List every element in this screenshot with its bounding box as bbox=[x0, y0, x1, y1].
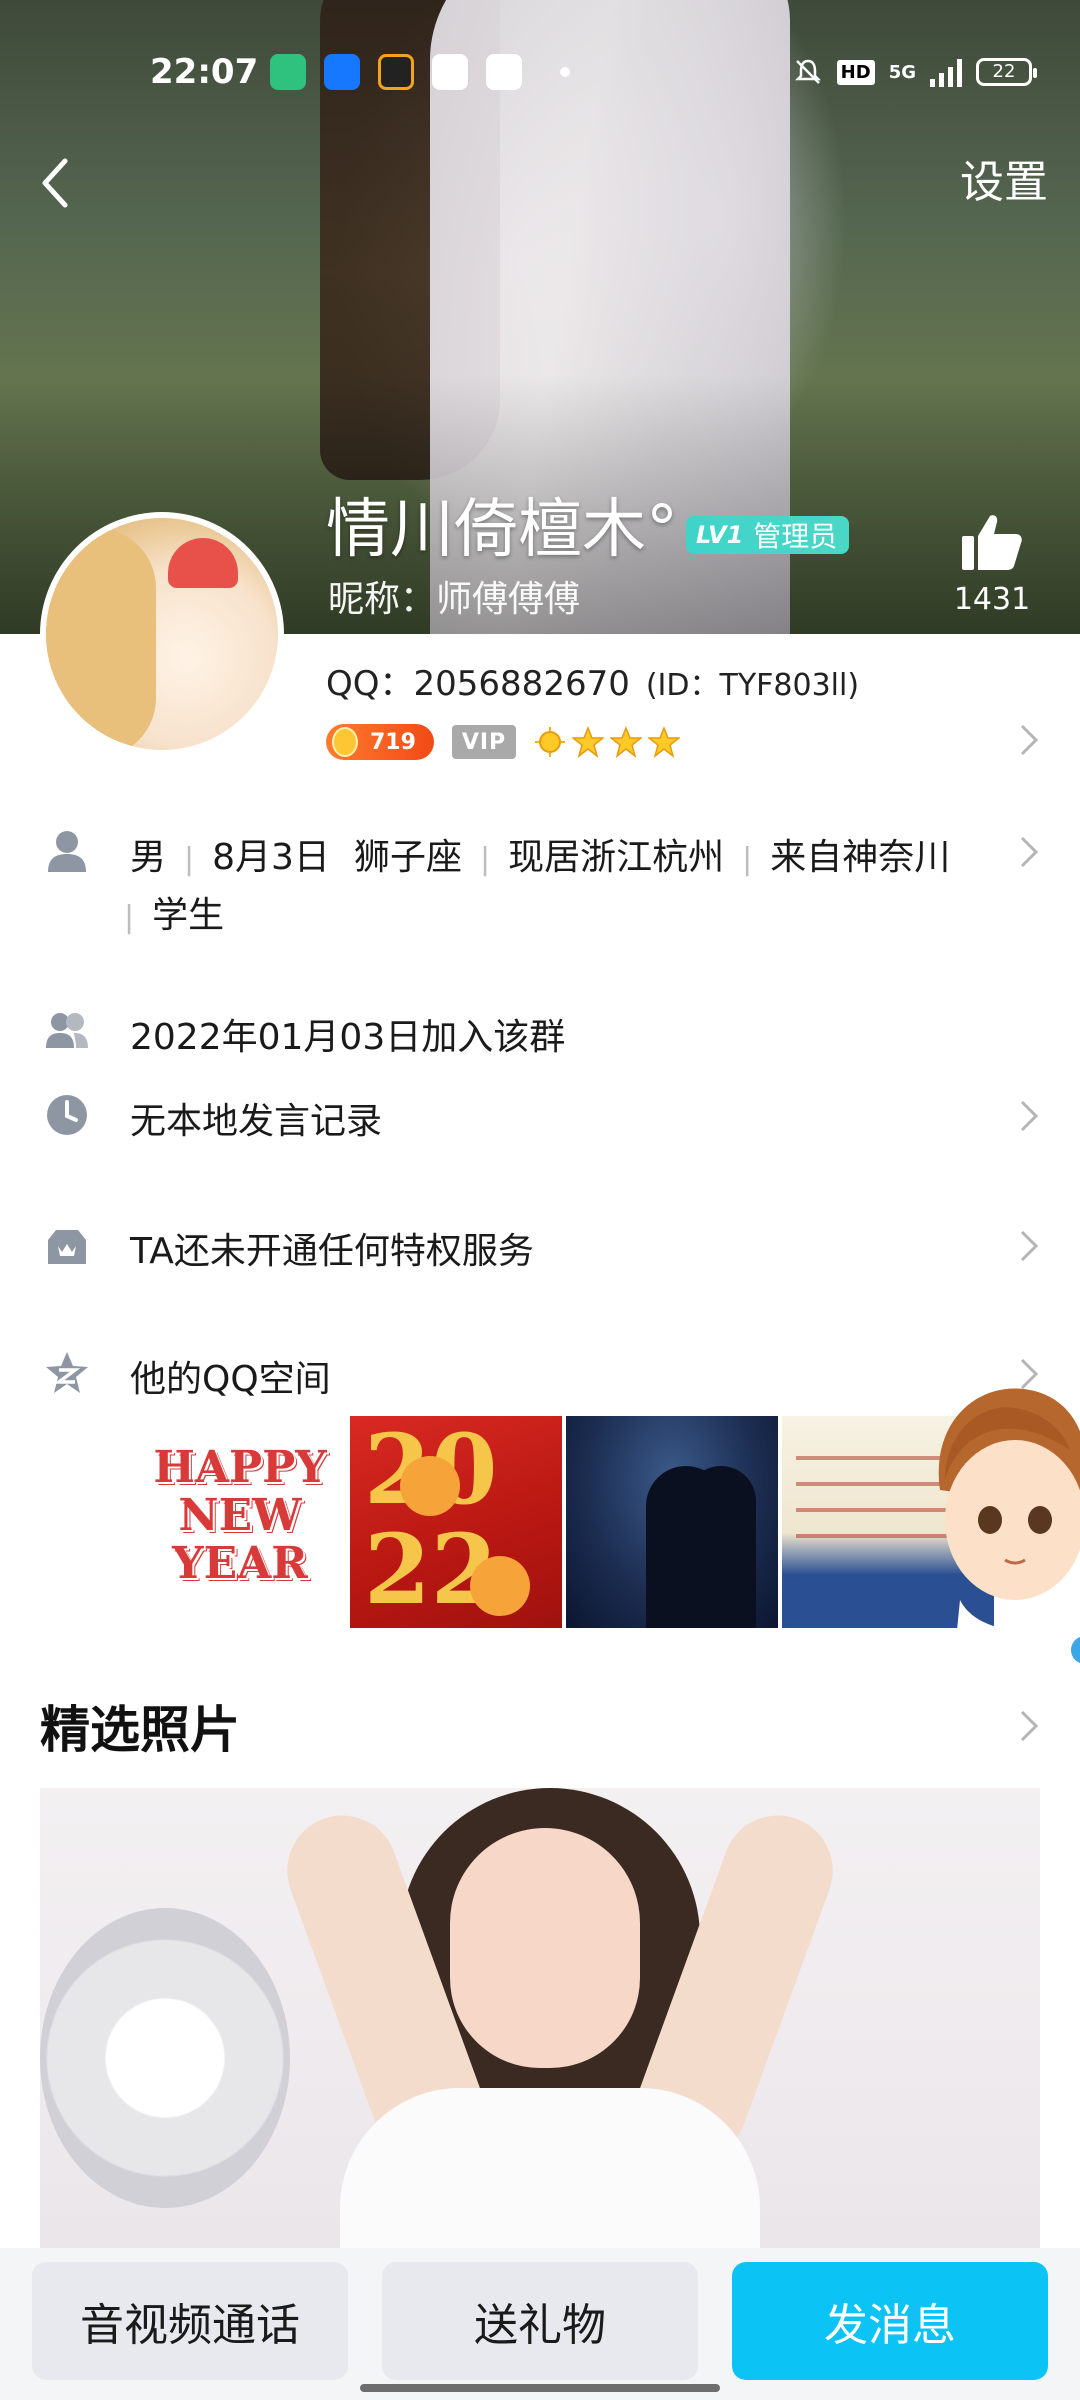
group-members-icon bbox=[46, 1013, 88, 1048]
app-notification-icon bbox=[270, 54, 306, 90]
group-alias: 昵称：师傅傅傅 bbox=[328, 579, 581, 620]
send-gift-button[interactable]: 送礼物 bbox=[382, 2262, 698, 2380]
star-icon bbox=[610, 726, 642, 758]
chat-record-row[interactable]: 无本地发言记录 bbox=[0, 1086, 1080, 1146]
hd-icon: HD bbox=[836, 59, 875, 85]
birthday: 8月3日 bbox=[212, 837, 330, 878]
send-message-button[interactable]: 发消息 bbox=[732, 2262, 1048, 2380]
qq-number-line[interactable]: QQ：2056882670 (ID：TYF803ll) bbox=[326, 656, 859, 705]
privilege-text: TA还未开通任何特权服务 bbox=[130, 1231, 534, 1272]
featured-photos-title: 精选照片 bbox=[40, 1701, 240, 1759]
zodiac: 狮子座 bbox=[353, 837, 462, 878]
occupation: 学生 bbox=[152, 895, 225, 936]
level-label: LV1 bbox=[696, 521, 744, 549]
chat-record-text: 无本地发言记录 bbox=[130, 1101, 383, 1142]
personal-info-row[interactable]: 男 | 8月3日 狮子座 | 现居浙江杭州 | 来自神奈川 | 学生 bbox=[0, 820, 1080, 950]
gender: 男 bbox=[130, 837, 167, 878]
status-bar: 22:07 HD 5G 22 bbox=[0, 40, 1080, 104]
profile-nickname: 情川倚檀木° bbox=[326, 493, 678, 567]
like-count: 1431 bbox=[953, 582, 1031, 617]
coin-icon bbox=[332, 727, 358, 757]
chevron-right-icon[interactable] bbox=[1018, 1708, 1040, 1744]
network-type: 5G bbox=[888, 61, 916, 83]
level-badge[interactable]: LV1 管理员 bbox=[686, 516, 850, 554]
thumbnail-caption: HAPPY NEW YEAR bbox=[153, 1442, 327, 1589]
mute-icon bbox=[793, 57, 823, 87]
qzone-thumbnail[interactable]: HAPPY NEW YEAR bbox=[134, 1416, 346, 1628]
hometown: 来自神奈川 bbox=[770, 837, 951, 878]
qzone-thumbnail[interactable] bbox=[566, 1416, 778, 1628]
alipay-icon bbox=[324, 54, 360, 90]
qzone-row[interactable]: 他的QQ空间 bbox=[0, 1344, 1080, 1404]
bottom-action-bar: 音视频通话 送礼物 发消息 bbox=[0, 2248, 1080, 2400]
chevron-right-icon[interactable] bbox=[1018, 722, 1040, 758]
star-icon bbox=[648, 726, 680, 758]
settings-button[interactable]: 设置 bbox=[960, 150, 1048, 216]
chevron-left-icon bbox=[42, 158, 68, 208]
chevron-right-icon bbox=[1020, 1100, 1039, 1132]
vip-badge: VIP bbox=[452, 725, 516, 759]
chevron-right-icon bbox=[1020, 1230, 1039, 1262]
cartoon-boy-mascot[interactable] bbox=[920, 1380, 1080, 1700]
person-icon bbox=[48, 831, 86, 872]
qzone-star-icon bbox=[46, 1352, 88, 1393]
crown-box-icon bbox=[48, 1230, 86, 1264]
back-button[interactable] bbox=[24, 150, 84, 216]
star-icon bbox=[572, 726, 604, 758]
qzone-thumbnail[interactable]: 20 22 bbox=[350, 1416, 562, 1628]
thumbnail-caption: 20 22 bbox=[364, 1420, 498, 1626]
join-date-row: 2022年01月03日加入该群 bbox=[0, 1006, 1080, 1066]
qzone-label: 他的QQ空间 bbox=[130, 1359, 331, 1400]
app-notification-icon bbox=[486, 54, 522, 90]
badge-row[interactable]: 719 VIP bbox=[326, 722, 680, 762]
thumbs-up-icon bbox=[962, 515, 1022, 570]
like-button[interactable]: 1431 bbox=[942, 512, 1042, 617]
qq-number: QQ：2056882670 bbox=[326, 664, 630, 704]
qzone-thumbnails: HAPPY NEW YEAR 20 22 bbox=[134, 1416, 994, 1628]
system-icons: HD 5G 22 bbox=[793, 52, 1037, 92]
avatar[interactable] bbox=[40, 512, 284, 756]
battery-icon: 22 bbox=[976, 58, 1037, 86]
call-button[interactable]: 音视频通话 bbox=[32, 2262, 348, 2380]
more-notifications-icon bbox=[560, 67, 570, 77]
location: 现居浙江杭州 bbox=[508, 837, 725, 878]
join-date: 2022年01月03日加入该群 bbox=[130, 1017, 566, 1058]
sun-icon bbox=[535, 727, 565, 757]
app-notification-icon bbox=[378, 54, 414, 90]
featured-photo[interactable] bbox=[40, 1788, 1040, 2248]
notification-icons bbox=[270, 54, 570, 90]
coin-badge: 719 bbox=[326, 724, 434, 760]
home-indicator[interactable] bbox=[360, 2384, 720, 2392]
privilege-row[interactable]: TA还未开通任何特权服务 bbox=[0, 1216, 1080, 1276]
status-time: 22:07 bbox=[150, 52, 259, 92]
qq-id: (ID：TYF803ll) bbox=[645, 668, 860, 703]
coin-count: 719 bbox=[370, 729, 416, 755]
role-label: 管理员 bbox=[753, 520, 838, 553]
battery-level: 22 bbox=[992, 61, 1016, 82]
app-notification-icon bbox=[432, 54, 468, 90]
signal-icon bbox=[930, 57, 962, 87]
chevron-right-icon bbox=[1020, 836, 1039, 868]
level-stars bbox=[534, 726, 680, 758]
clock-icon bbox=[47, 1095, 87, 1135]
